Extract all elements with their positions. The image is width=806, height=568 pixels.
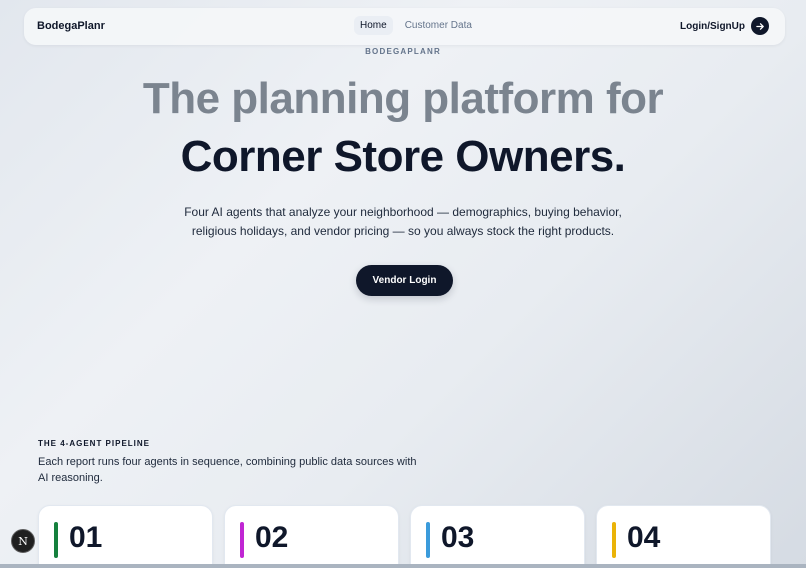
nav-link-home[interactable]: Home [354, 16, 393, 35]
hero-title-line1: The planning platform for [142, 74, 664, 123]
nav-link-customer-data[interactable]: Customer Data [399, 16, 478, 35]
card-number: 01 [69, 521, 103, 554]
card-number: 02 [255, 521, 289, 554]
arrow-right-icon [751, 17, 769, 35]
card-accent-bar [426, 522, 430, 558]
top-navbar: BodegaPlanr Home Customer Data Login/Sig… [24, 8, 785, 45]
hero-subtitle: Four AI agents that analyze your neighbo… [184, 205, 622, 238]
login-signup-label: Login/SignUp [680, 20, 745, 32]
card-number: 04 [627, 521, 661, 554]
card-accent-bar [240, 522, 244, 558]
login-signup-button[interactable]: Login/SignUp [680, 17, 769, 35]
brand-logo[interactable]: BodegaPlanr [37, 20, 105, 32]
hero-title-line2: Corner Store Owners. [180, 132, 626, 181]
pipeline-description: Each report runs four agents in sequence… [38, 456, 417, 484]
hero-eyebrow: BODEGAPLANR [365, 47, 441, 56]
nextjs-badge-icon[interactable]: N [11, 529, 35, 553]
card-accent-bar [54, 522, 58, 558]
vendor-login-button[interactable]: Vendor Login [356, 265, 453, 296]
pipeline-card-2: 02 [224, 505, 399, 568]
pipeline-card-4: 04 [596, 505, 771, 568]
card-number: 03 [441, 521, 475, 554]
card-accent-bar [612, 522, 616, 558]
pipeline-card-3: 03 [410, 505, 585, 568]
pipeline-card-1: 01 [38, 505, 213, 568]
pipeline-section-label: THE 4-AGENT PIPELINE [38, 439, 151, 448]
nav-links: Home Customer Data [354, 16, 478, 35]
bottom-divider [0, 564, 806, 568]
